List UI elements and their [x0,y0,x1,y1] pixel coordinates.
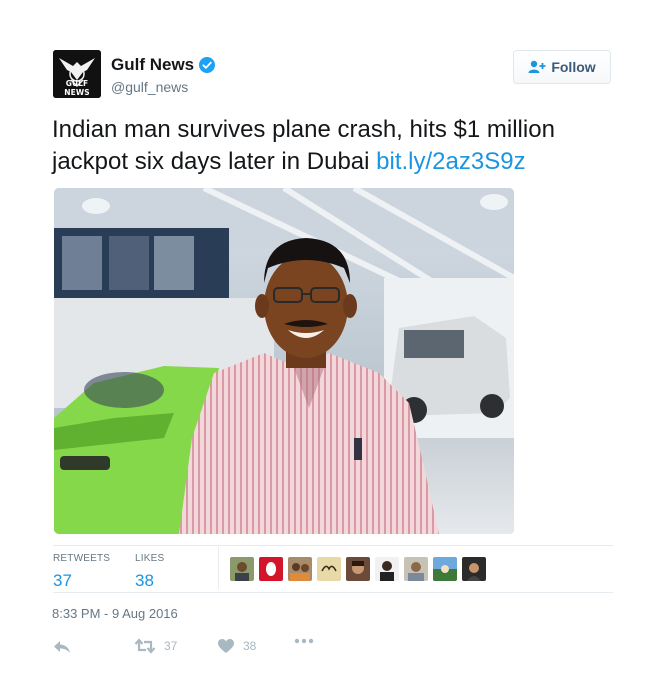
follow-button[interactable]: Follow [513,50,611,84]
likes-label: LIKES [135,553,165,564]
liker-avatar[interactable] [259,557,283,581]
liker-avatar[interactable] [404,557,428,581]
like-count: 38 [243,639,257,653]
liker-avatar[interactable] [288,557,312,581]
liker-avatars [230,557,491,581]
retweet-button[interactable]: 37 [134,638,177,654]
more-icon [294,638,314,644]
stats-separator [218,547,219,589]
retweets-label: RETWEETS [53,553,111,564]
add-user-icon [528,60,546,73]
tweet-text: Indian man survives plane crash, hits $1… [52,114,622,178]
tweet-link[interactable]: bit.ly/2az3S9z [376,148,525,175]
retweets-stat[interactable]: RETWEETS 37 [53,553,110,591]
liker-avatar[interactable] [462,557,486,581]
like-button[interactable]: 38 [217,638,256,654]
tweet-photo[interactable] [54,188,514,534]
tweet-card: GULF NEWS Gulf News @gulf_news Follow In… [0,0,649,684]
more-button[interactable] [294,638,314,644]
logo-text: GULF NEWS [64,79,90,97]
liker-avatar[interactable] [230,557,254,581]
likes-stat[interactable]: LIKES 38 [135,553,164,591]
liker-avatar[interactable] [317,557,341,581]
verified-badge-icon [199,57,216,73]
man-in-showroom-image [54,188,514,534]
retweet-icon [134,638,156,654]
retweet-count: 37 [164,639,178,653]
display-name[interactable]: Gulf News [111,55,194,75]
reply-button[interactable] [52,638,72,656]
reply-icon [54,641,70,653]
likes-count: 38 [135,571,154,590]
heart-icon [218,639,234,653]
stats-top-divider [53,545,613,546]
liker-avatar[interactable] [375,557,399,581]
gulf-news-avatar[interactable]: GULF NEWS [53,50,101,98]
retweets-count: 37 [53,571,72,590]
liker-avatar[interactable] [346,557,370,581]
tweet-timestamp[interactable]: 8:33 PM - 9 Aug 2016 [52,606,178,621]
follow-button-label: Follow [551,59,596,75]
account-handle[interactable]: @gulf_news [111,79,188,95]
account-name-row: Gulf News [111,55,216,75]
liker-avatar[interactable] [433,557,457,581]
stats-bottom-divider [53,592,613,593]
